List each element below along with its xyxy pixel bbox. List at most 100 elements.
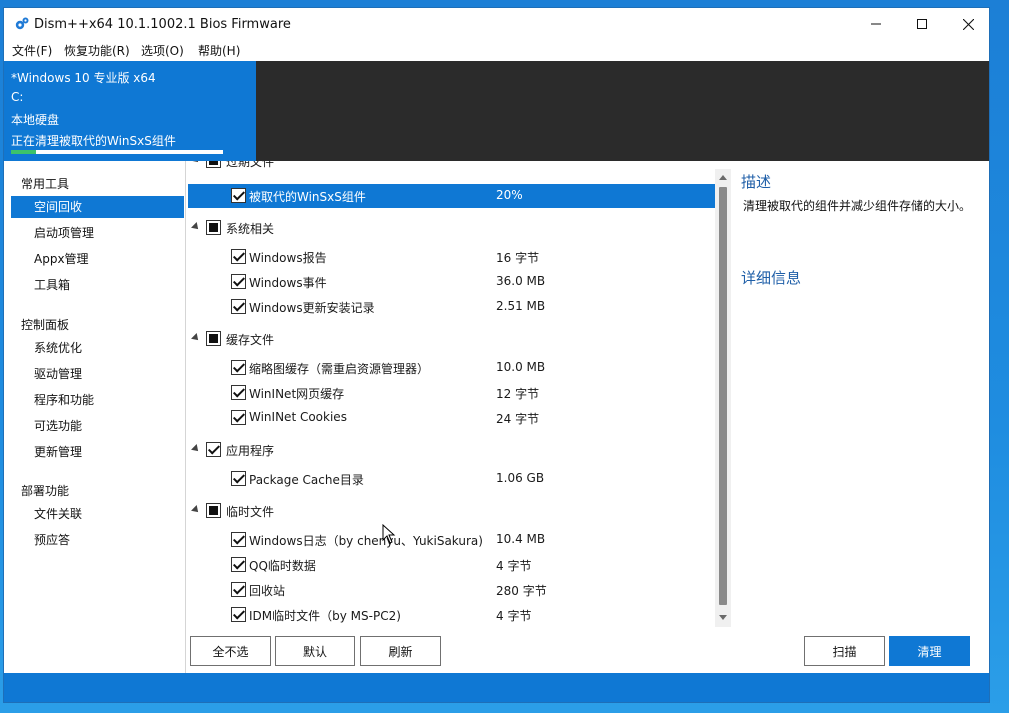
item-checkbox[interactable] — [231, 274, 246, 289]
group-checkbox[interactable] — [206, 161, 221, 168]
status-bar — [4, 673, 989, 702]
sidebar-item[interactable]: 预应答 — [11, 529, 184, 551]
minimize-button[interactable] — [853, 8, 899, 40]
sidebar: 常用工具 空间回收 启动项管理 Appx管理 工具箱 控制面板 系统优化 驱动管理 程序和功能可… — [6, 161, 186, 673]
sidebar-item[interactable]: 系统优化 — [11, 337, 184, 359]
menu-options[interactable]: 选项(O) — [141, 42, 184, 59]
description-text: 清理被取代的组件并减少组件存储的大小。 — [743, 199, 972, 213]
expand-arrow-icon[interactable] — [191, 161, 201, 165]
clean-button[interactable]: 清理 — [889, 636, 970, 666]
sidebar-item[interactable]: 可选功能 — [11, 415, 184, 437]
session-card[interactable]: *Windows 10 专业版 x64 C: 本地硬盘 正在清理被取代的WinS… — [4, 61, 256, 161]
item-checkbox[interactable] — [231, 188, 246, 203]
progress-fill — [11, 150, 37, 154]
list-item[interactable]: WinINet Cookies 24 字节 — [188, 406, 716, 430]
menu-bar: 文件(F) 恢复功能(R) 选项(O) 帮助(H) — [4, 40, 989, 61]
item-checkbox[interactable] — [231, 249, 246, 264]
list-item[interactable]: QQ临时数据 4 字节 — [188, 553, 716, 577]
list-group-partial[interactable]: 过期文件 — [188, 161, 716, 173]
details-title[interactable]: 详细信息 — [741, 267, 801, 288]
item-size: 10.4 MB — [496, 532, 546, 546]
list-group[interactable]: 应用程序 — [188, 438, 716, 462]
select-none-button[interactable]: 全不选 — [190, 636, 271, 666]
sidebar-item[interactable]: 工具箱 — [11, 274, 184, 296]
group-label: 系统相关 — [226, 222, 275, 236]
close-icon — [962, 18, 974, 30]
scroll-thumb[interactable] — [719, 187, 727, 605]
title-bar[interactable]: Dism++x64 10.1.1002.1 Bios Firmware — [4, 8, 989, 40]
item-checkbox[interactable] — [231, 410, 246, 425]
list-scrollbar[interactable] — [715, 169, 731, 627]
list-item[interactable]: WinINet网页缓存 12 字节 — [188, 381, 716, 405]
list-item[interactable]: Package Cache目录 1.06 GB — [188, 467, 716, 491]
item-size: 280 字节 — [496, 584, 547, 598]
gears-icon — [15, 17, 29, 30]
refresh-button[interactable]: 刷新 — [360, 636, 441, 666]
expand-arrow-icon[interactable] — [191, 333, 201, 343]
item-label: 回收站 — [249, 584, 286, 598]
item-checkbox[interactable] — [231, 471, 246, 486]
item-checkbox[interactable] — [231, 607, 246, 622]
list-group[interactable]: 临时文件 — [188, 499, 716, 523]
item-checkbox[interactable] — [231, 532, 246, 547]
scroll-down-icon[interactable] — [719, 615, 727, 620]
menu-help[interactable]: 帮助(H) — [198, 42, 240, 59]
list-group[interactable]: 系统相关 — [188, 216, 716, 240]
sidebar-item[interactable]: 文件关联 — [11, 503, 184, 525]
sidebar-item[interactable]: 空间回收 — [11, 196, 184, 218]
item-label: Package Cache目录 — [249, 473, 364, 487]
close-button[interactable] — [945, 8, 989, 40]
list-item[interactable]: IDM临时文件（by MS-PC2) 4 字节 — [188, 603, 716, 627]
default-button[interactable]: 默认 — [275, 636, 355, 666]
sidebar-item[interactable]: Appx管理 — [11, 248, 184, 270]
item-size: 24 字节 — [496, 412, 540, 426]
list-item[interactable]: Windows日志（by chenyu、YukiSakura) 10.4 MB — [188, 528, 716, 552]
group-label: 临时文件 — [226, 505, 275, 519]
item-checkbox[interactable] — [231, 582, 246, 597]
list-item[interactable]: Windows事件 36.0 MB — [188, 270, 716, 294]
maximize-icon — [917, 19, 927, 29]
session-status: 正在清理被取代的WinSxS组件 — [11, 134, 176, 148]
session-header: *Windows 10 专业版 x64 C: 本地硬盘 正在清理被取代的WinS… — [4, 61, 989, 161]
item-checkbox[interactable] — [231, 299, 246, 314]
item-label: 缩略图缓存（需重启资源管理器） — [249, 362, 430, 376]
menu-restore[interactable]: 恢复功能(R) — [64, 42, 130, 59]
item-label: 被取代的WinSxS组件 — [249, 190, 366, 204]
menu-file[interactable]: 文件(F) — [12, 42, 52, 59]
list-item[interactable]: 回收站 280 字节 — [188, 578, 716, 602]
group-label: 应用程序 — [226, 444, 275, 458]
item-label: WinINet网页缓存 — [249, 387, 345, 401]
group-checkbox[interactable] — [206, 503, 221, 518]
item-label: Windows日志（by chenyu、YukiSakura) — [249, 534, 483, 548]
group-checkbox[interactable] — [206, 442, 221, 457]
item-checkbox[interactable] — [231, 385, 246, 400]
sidebar-item[interactable]: 驱动管理 — [11, 363, 184, 385]
item-size: 4 字节 — [496, 609, 532, 623]
list-item[interactable]: 缩略图缓存（需重启资源管理器） 10.0 MB — [188, 356, 716, 380]
group-checkbox[interactable] — [206, 220, 221, 235]
item-checkbox[interactable] — [231, 557, 246, 572]
item-size: 1.06 GB — [496, 471, 545, 485]
sidebar-item[interactable]: 更新管理 — [11, 441, 184, 463]
scroll-up-icon[interactable] — [719, 175, 727, 180]
sidebar-group-title: 部署功能 — [21, 484, 70, 498]
description-title: 描述 — [741, 173, 772, 191]
maximize-button[interactable] — [899, 8, 945, 40]
item-checkbox[interactable] — [231, 360, 246, 375]
expand-arrow-icon[interactable] — [191, 444, 201, 454]
item-label: Windows事件 — [249, 276, 327, 290]
minimize-icon — [871, 23, 881, 25]
scan-button[interactable]: 扫描 — [804, 636, 885, 666]
expand-arrow-icon[interactable] — [191, 505, 201, 515]
sidebar-item[interactable]: 启动项管理 — [11, 222, 184, 244]
sidebar-item[interactable]: 程序和功能 — [11, 389, 184, 411]
list-item[interactable]: 被取代的WinSxS组件 20% — [188, 184, 716, 208]
session-drive: C: — [11, 90, 24, 104]
group-checkbox[interactable] — [206, 331, 221, 346]
list-item[interactable]: Windows更新安装记录 2.51 MB — [188, 295, 716, 319]
item-label: WinINet Cookies — [249, 410, 347, 424]
cleanup-list[interactable]: 过期文件 被取代的WinSxS组件 20% 系统相关 Windows报告 16 字节 Wi… — [188, 161, 716, 627]
list-item[interactable]: Windows报告 16 字节 — [188, 245, 716, 269]
expand-arrow-icon[interactable] — [191, 222, 201, 232]
list-group[interactable]: 缓存文件 — [188, 327, 716, 351]
